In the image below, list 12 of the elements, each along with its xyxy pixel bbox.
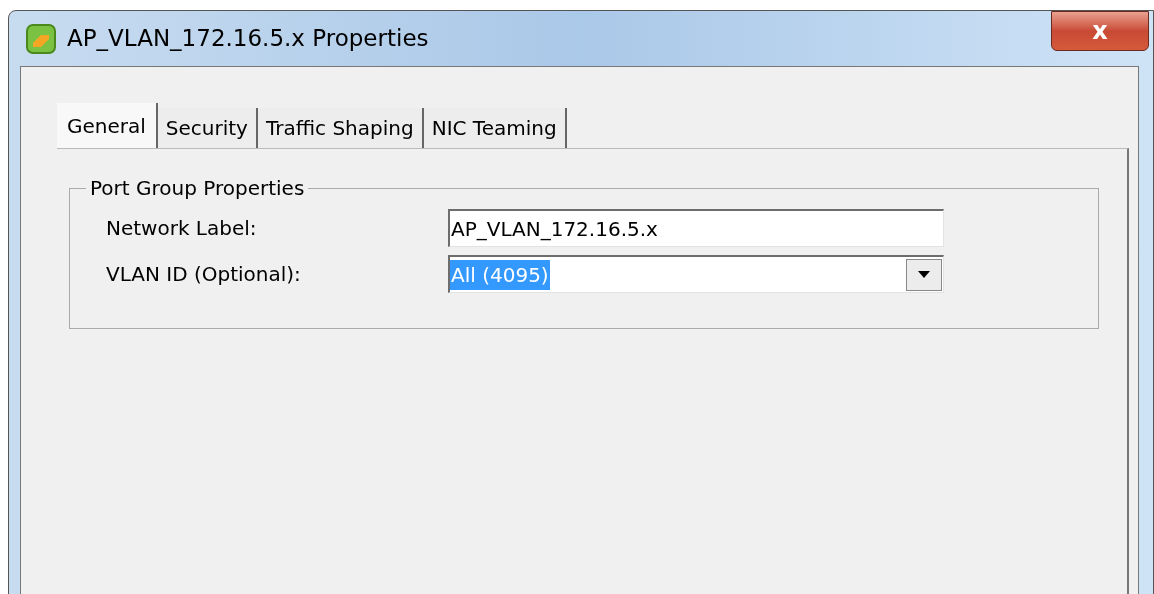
port-group-icon	[25, 22, 57, 55]
caret-icon	[918, 271, 930, 278]
field-label: VLAN ID (Optional):	[106, 261, 302, 288]
dropdown-button[interactable]	[906, 258, 942, 291]
input-field[interactable]: AP_VLAN_172.16.5.x	[448, 209, 944, 247]
field-label: Network Label:	[106, 215, 258, 242]
tab[interactable]: General	[57, 103, 158, 148]
close-button[interactable]: x	[1051, 11, 1149, 51]
window-title: AP_VLAN_172.16.5.x Properties	[67, 24, 429, 54]
field-value: AP_VLAN_172.16.5.x	[450, 215, 659, 243]
group-title: Port Group Properties	[89, 175, 306, 202]
field-value: All (4095)	[450, 259, 550, 290]
